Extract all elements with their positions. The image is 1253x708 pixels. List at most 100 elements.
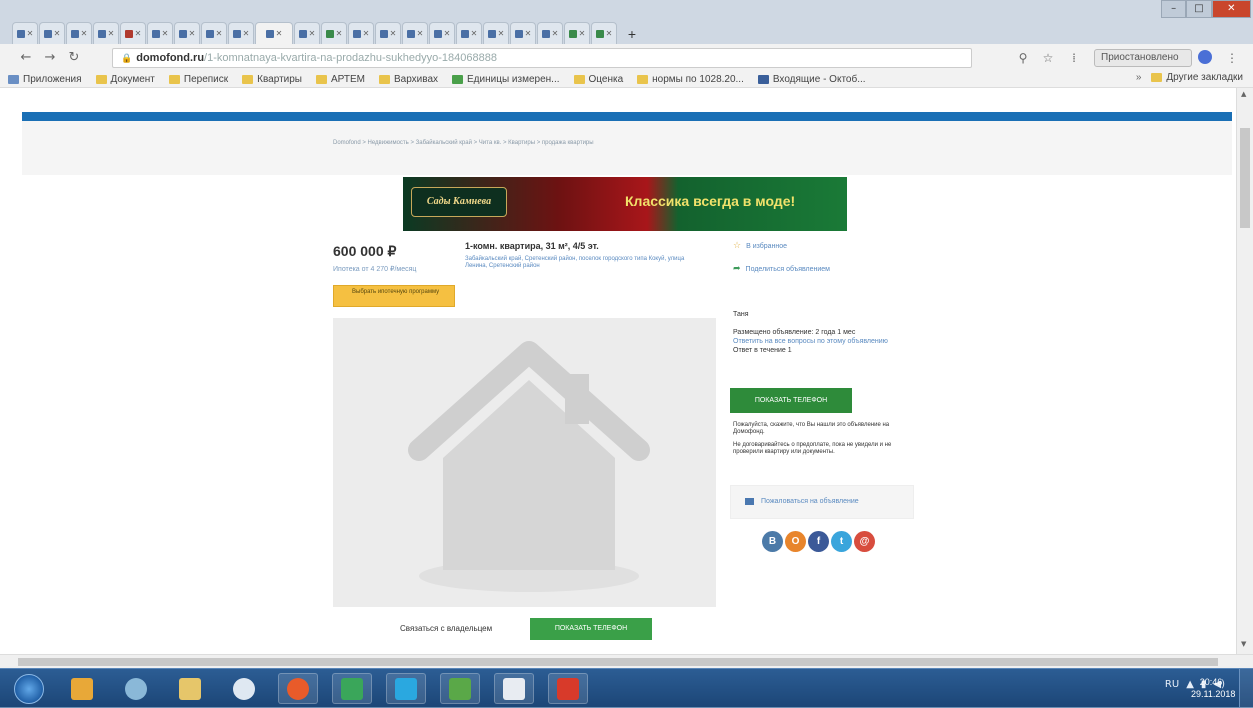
taskbar-pdf[interactable]	[494, 673, 534, 704]
taskbar-explorer[interactable]	[116, 673, 156, 704]
bookmark-item[interactable]: Вархивах	[378, 74, 438, 85]
taskbar-skype[interactable]	[332, 673, 372, 704]
email-icon[interactable]: @	[854, 531, 875, 552]
horizontal-scroll-thumb[interactable]	[18, 658, 1218, 666]
tab[interactable]: ✕	[66, 22, 92, 44]
taskbar-excel[interactable]	[386, 673, 426, 704]
scroll-down-icon[interactable]: ▼	[1241, 640, 1246, 648]
bottom-show-phone-button[interactable]: ПОКАЗАТЬ ТЕЛЕФОН	[530, 618, 652, 640]
scroll-up-icon[interactable]: ▲	[1241, 90, 1246, 98]
mortgage-note[interactable]: Ипотека от 4 270 ₽/месяц	[333, 265, 416, 273]
tab[interactable]: ✕	[201, 22, 227, 44]
add-to-favorites-link[interactable]: ☆ В избранное	[733, 241, 787, 251]
tab[interactable]: ✕	[591, 22, 617, 44]
minimize-button[interactable]: –	[1161, 0, 1187, 18]
close-tab-icon[interactable]: ✕	[276, 29, 283, 38]
forward-icon[interactable]: →	[42, 50, 58, 66]
tab[interactable]: ✕	[174, 22, 200, 44]
taskbar-chrome[interactable]	[278, 673, 318, 704]
taskbar-app-orange[interactable]	[224, 673, 264, 704]
tab[interactable]: ✕	[147, 22, 173, 44]
tab[interactable]: ✕	[510, 22, 536, 44]
tab[interactable]: ✕	[321, 22, 347, 44]
close-tab-icon[interactable]: ✕	[216, 29, 223, 38]
tab[interactable]: ✕	[120, 22, 146, 44]
close-tab-icon[interactable]: ✕	[390, 29, 397, 38]
close-tab-icon[interactable]: ✕	[579, 29, 586, 38]
vertical-scrollbar[interactable]: ▲ ▼	[1236, 88, 1253, 654]
breadcrumb[interactable]: Domofond > Недвижимость > Забайкальский …	[333, 140, 663, 147]
seller-response[interactable]: Ответить на все вопросы по этому объявле…	[733, 337, 893, 346]
tab[interactable]: ✕	[228, 22, 254, 44]
reload-icon[interactable]: ↻	[66, 50, 82, 66]
taskbar-image-viewer[interactable]	[548, 673, 588, 704]
bookmark-item[interactable]: Документ	[95, 74, 155, 85]
report-listing-link[interactable]: Пожаловаться на объявление	[730, 485, 914, 519]
bookmark-item[interactable]: АРТЕМ	[315, 74, 365, 85]
close-tab-icon[interactable]: ✕	[189, 29, 196, 38]
tab[interactable]: ✕	[375, 22, 401, 44]
ad-banner[interactable]: Сады Камнева Классика всегда в моде!	[403, 177, 847, 231]
extension-icon[interactable]: ⁞	[1066, 50, 1082, 66]
listing-photo-placeholder[interactable]	[333, 318, 716, 607]
vertical-scroll-thumb[interactable]	[1240, 128, 1250, 228]
close-tab-icon[interactable]: ✕	[81, 29, 88, 38]
bookmark-item[interactable]: Входящие - Октоб...	[757, 74, 866, 85]
close-window-button[interactable]: ✕	[1211, 0, 1251, 18]
tab[interactable]: ✕	[483, 22, 509, 44]
close-tab-icon[interactable]: ✕	[108, 29, 115, 38]
menu-icon[interactable]: ⋮	[1224, 50, 1240, 66]
tab[interactable]: ✕	[12, 22, 38, 44]
ok-icon[interactable]: О	[785, 531, 806, 552]
tab[interactable]: ✕	[39, 22, 65, 44]
horizontal-scrollbar[interactable]	[0, 654, 1253, 668]
show-phone-button[interactable]: ПОКАЗАТЬ ТЕЛЕФОН	[730, 388, 852, 413]
bookmark-item[interactable]: Единицы измерен...	[452, 74, 560, 85]
taskbar-file-manager[interactable]	[170, 673, 210, 704]
close-tab-icon[interactable]: ✕	[471, 29, 478, 38]
tab-active[interactable]: ✕	[255, 22, 293, 44]
tab[interactable]: ✕	[429, 22, 455, 44]
tab[interactable]: ✕	[402, 22, 428, 44]
taskbar-clock[interactable]: 20:46 29.11.2018	[1191, 676, 1235, 700]
twitter-icon[interactable]: t	[831, 531, 852, 552]
tab[interactable]: ✕	[348, 22, 374, 44]
share-listing-link[interactable]: ➦ Поделиться объявлением	[733, 264, 830, 274]
bookmark-item[interactable]: Оценка	[573, 74, 623, 85]
taskbar-media-player[interactable]	[62, 673, 102, 704]
tab[interactable]: ✕	[93, 22, 119, 44]
other-bookmarks[interactable]: » Другие закладки	[1136, 72, 1243, 83]
close-tab-icon[interactable]: ✕	[498, 29, 505, 38]
close-tab-icon[interactable]: ✕	[363, 29, 370, 38]
close-tab-icon[interactable]: ✕	[525, 29, 532, 38]
bookmark-item[interactable]: Приложения	[8, 74, 82, 85]
mortgage-program-button[interactable]: Выбрать ипотечную программу	[333, 285, 455, 307]
tab[interactable]: ✕	[537, 22, 563, 44]
start-button[interactable]	[14, 674, 44, 704]
close-tab-icon[interactable]: ✕	[606, 29, 613, 38]
bookmark-item[interactable]: Переписк	[168, 74, 228, 85]
close-tab-icon[interactable]: ✕	[444, 29, 451, 38]
close-tab-icon[interactable]: ✕	[162, 29, 169, 38]
language-icon[interactable]: RU	[1165, 679, 1179, 690]
taskbar-calculator[interactable]	[440, 673, 480, 704]
zoom-icon[interactable]: ⚲	[1015, 50, 1031, 66]
tab[interactable]: ✕	[456, 22, 482, 44]
profile-avatar[interactable]	[1198, 50, 1212, 64]
bookmark-item[interactable]: Квартиры	[242, 74, 302, 85]
close-tab-icon[interactable]: ✕	[27, 29, 34, 38]
show-desktop-button[interactable]	[1239, 669, 1253, 708]
maximize-button[interactable]: □	[1186, 0, 1212, 18]
listing-address[interactable]: Забайкальский край, Сретенский район, по…	[465, 256, 705, 270]
close-tab-icon[interactable]: ✕	[309, 29, 316, 38]
back-icon[interactable]: ←	[18, 50, 34, 66]
address-bar[interactable]: 🔒 domofond.ru/1-komnatnaya-kvartira-na-pr…	[112, 48, 972, 68]
close-tab-icon[interactable]: ✕	[54, 29, 61, 38]
close-tab-icon[interactable]: ✕	[336, 29, 343, 38]
bookmark-item[interactable]: нормы по 1028.20...	[637, 74, 744, 85]
close-tab-icon[interactable]: ✕	[552, 29, 559, 38]
tab[interactable]: ✕	[294, 22, 320, 44]
close-tab-icon[interactable]: ✕	[243, 29, 250, 38]
tab[interactable]: ✕	[564, 22, 590, 44]
vk-icon[interactable]: В	[762, 531, 783, 552]
